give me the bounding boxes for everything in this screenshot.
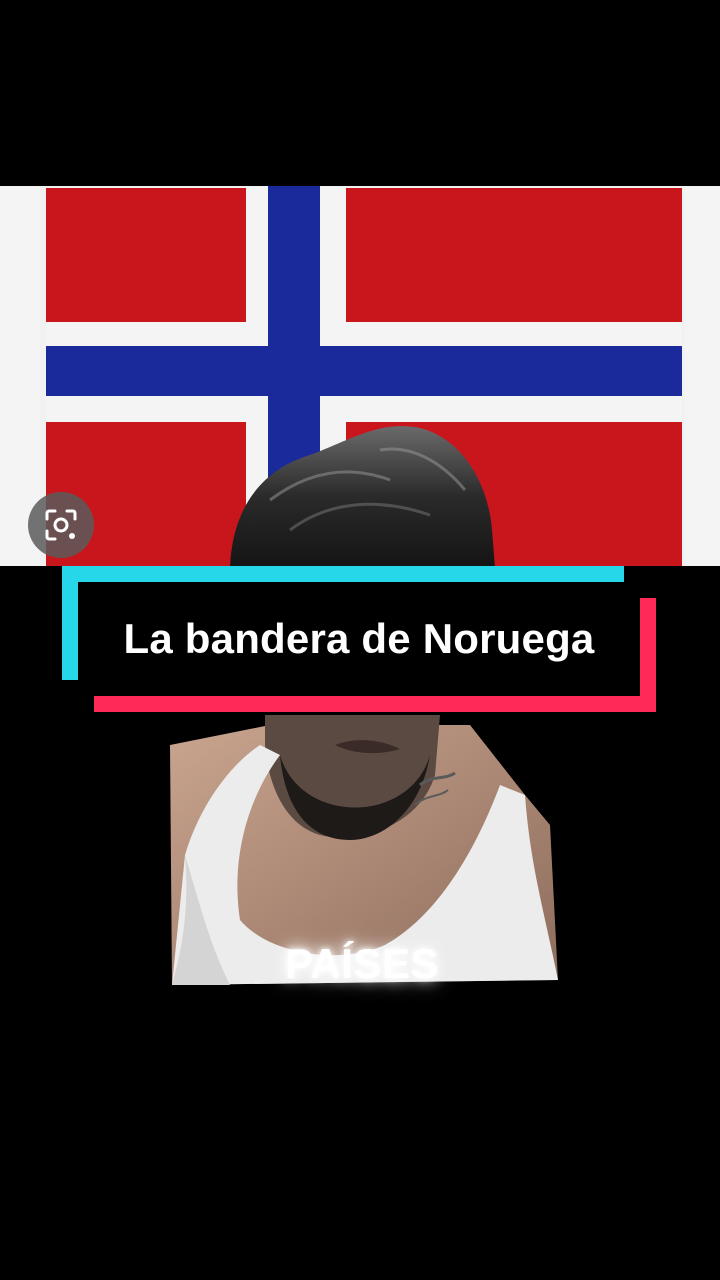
caption-box: La bandera de Noruega — [62, 566, 656, 712]
person-hair-cutout — [230, 426, 495, 568]
google-lens-button[interactable] — [28, 492, 94, 558]
caption-inner: La bandera de Noruega — [78, 582, 640, 696]
video-caption: La bandera de Noruega — [123, 615, 595, 662]
flag-blue-cross-horizontal — [46, 346, 682, 396]
google-lens-icon — [45, 509, 77, 541]
overlay-word: PAÍSES — [285, 940, 439, 987]
